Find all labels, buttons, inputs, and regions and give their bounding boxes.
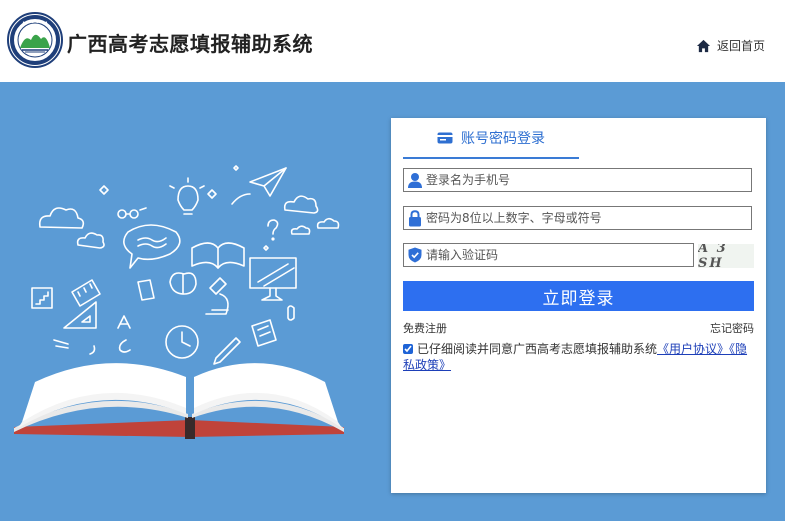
agreement-row: 已仔细阅读并同意广西高考志愿填报辅助系统《用户协议》《隐私政策》 (403, 341, 755, 373)
agreement-text: 已仔细阅读并同意广西高考志愿填报辅助系统 (417, 342, 658, 356)
password-field-wrapper (403, 206, 752, 230)
forgot-password-link[interactable]: 忘记密码 (710, 320, 754, 336)
system-title: 广西高考志愿填报辅助系统 (67, 32, 313, 56)
svg-text:• • • • • •: • • • • • • (22, 20, 48, 26)
login-button[interactable]: 立即登录 (403, 281, 754, 311)
open-book-illustration (14, 165, 344, 439)
user-icon (406, 169, 424, 191)
home-link[interactable]: 返回首页 (696, 37, 765, 54)
username-field-wrapper (403, 168, 752, 192)
tab-account-password-login[interactable]: 账号密码登录 (403, 118, 579, 159)
shield-check-icon (406, 244, 424, 266)
agree-checkbox[interactable] (403, 344, 413, 354)
home-icon (696, 39, 711, 52)
lock-icon (406, 207, 424, 229)
home-link-label: 返回首页 (716, 39, 765, 53)
captcha-text: A 3 SH (698, 244, 728, 268)
page-header: • • • • • • 广西高考志愿填报辅助系统 返回首页 (0, 0, 785, 82)
university-logo: • • • • • • (7, 12, 63, 68)
captcha-field-wrapper (403, 243, 694, 267)
captcha-input[interactable] (424, 245, 693, 265)
register-link[interactable]: 免费注册 (403, 320, 447, 336)
main-area: 账号密码登录 登录名为手机号 请输入验证码 A 3 SH 立即登录 免费注册 忘… (0, 82, 785, 521)
login-card: 账号密码登录 登录名为手机号 请输入验证码 A 3 SH 立即登录 免费注册 忘… (391, 118, 766, 493)
username-input[interactable] (424, 170, 751, 190)
captcha-image[interactable]: A 3 SH (698, 244, 754, 268)
tab-label: 账号密码登录 (461, 130, 545, 147)
id-card-icon (437, 132, 453, 143)
password-input[interactable] (424, 208, 751, 228)
